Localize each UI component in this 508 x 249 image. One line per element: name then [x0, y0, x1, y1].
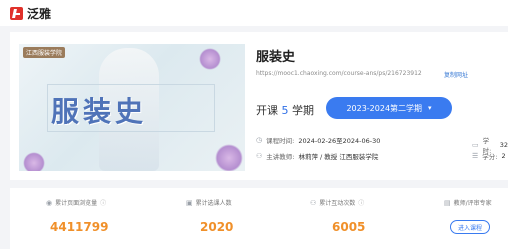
credits-value: 2	[501, 152, 506, 160]
stat-label: 教师/评审专家	[453, 200, 492, 207]
stat-value: 4411799	[50, 220, 109, 234]
term-count: 开课 5 学期	[256, 102, 314, 118]
credits-label: 学分:	[482, 153, 498, 161]
cover-flower-icon	[199, 48, 221, 70]
stat-enrollments: ▣ 累计选课人数 2020	[186, 188, 296, 249]
cover-flower-icon	[23, 152, 45, 171]
teacher-icon: ▤	[444, 198, 451, 207]
cover-flower-icon	[215, 144, 243, 171]
term-number: 5	[281, 104, 289, 117]
course-cover: 服装史 江西服装学院	[19, 44, 245, 171]
clock-icon: ◷	[256, 136, 263, 144]
chevron-down-icon: ▾	[428, 104, 432, 112]
stat-label: 累计互动次数	[319, 200, 356, 207]
stat-head: ▣ 累计选课人数	[186, 198, 232, 208]
enter-course-button[interactable]: 进入课程	[450, 220, 490, 234]
people-icon: ⚇	[310, 198, 317, 207]
stat-head: ⚇ 累计互动次数 ⓘ	[310, 198, 364, 208]
course-time-row: ◷ 课程时间: 2024-02-26至2024-06-30	[256, 135, 380, 145]
top-bar: 泛雅	[0, 0, 508, 26]
calendar-icon: ▭	[472, 141, 479, 149]
info-icon[interactable]: ⓘ	[358, 198, 364, 207]
stat-label: 累计选课人数	[195, 200, 232, 207]
term-select[interactable]: 2023-2024第二学期 ▾	[326, 97, 452, 119]
teacher-value: 林莉萍 / 教授 江西服装学院	[298, 153, 379, 161]
enroll-icon: ▣	[186, 198, 193, 207]
hours-value: 32	[499, 141, 508, 149]
brand-name[interactable]: 泛雅	[27, 5, 51, 22]
user-icon: ⚇	[256, 152, 263, 160]
stats-bar: ◉ 累计页面浏览量 ⓘ 4411799 ▣ 累计选课人数 2020 ⚇ 累计互动…	[10, 188, 508, 249]
stat-interactions: ⚇ 累计互动次数 ⓘ 6005	[310, 188, 420, 249]
stack-icon: ☰	[472, 152, 479, 160]
cover-tag: 江西服装学院	[23, 47, 66, 58]
teacher-row: ⚇ 主讲教师: 林莉萍 / 教授 江西服装学院	[256, 151, 378, 161]
term-select-value: 2023-2024第二学期	[346, 103, 423, 113]
stat-label: 累计页面浏览量	[55, 200, 98, 207]
time-label: 课程时间:	[266, 137, 295, 145]
copy-url-link[interactable]: 复制网址	[444, 70, 468, 79]
teacher-label: 主讲教师:	[266, 153, 295, 161]
time-value: 2024-02-26至2024-06-30	[298, 137, 381, 145]
stat-page-views: ◉ 累计页面浏览量 ⓘ 4411799	[46, 188, 156, 249]
stat-head: ◉ 累计页面浏览量 ⓘ	[46, 198, 106, 208]
course-title: 服装史	[256, 50, 296, 65]
eye-icon: ◉	[46, 198, 53, 207]
stat-value: 6005	[332, 220, 366, 234]
credits-row: ☰ 学分: 2	[472, 151, 506, 161]
brand-logo-icon[interactable]	[10, 6, 23, 20]
info-icon[interactable]: ⓘ	[100, 198, 106, 207]
stat-teacher-entry: ▤ 教师/评审专家 进入课程	[444, 188, 508, 249]
stat-head: ▤ 教师/评审专家	[444, 198, 492, 208]
stat-value: 2020	[200, 220, 234, 234]
cover-title: 服装史	[51, 95, 148, 128]
term-suffix: 学期	[292, 104, 314, 117]
course-card: 服装史 江西服装学院 服装史 https://mooc1.chaoxing.co…	[10, 32, 508, 180]
course-url: https://mooc1.chaoxing.com/course-ans/ps…	[256, 70, 422, 77]
term-prefix: 开课	[256, 104, 278, 117]
